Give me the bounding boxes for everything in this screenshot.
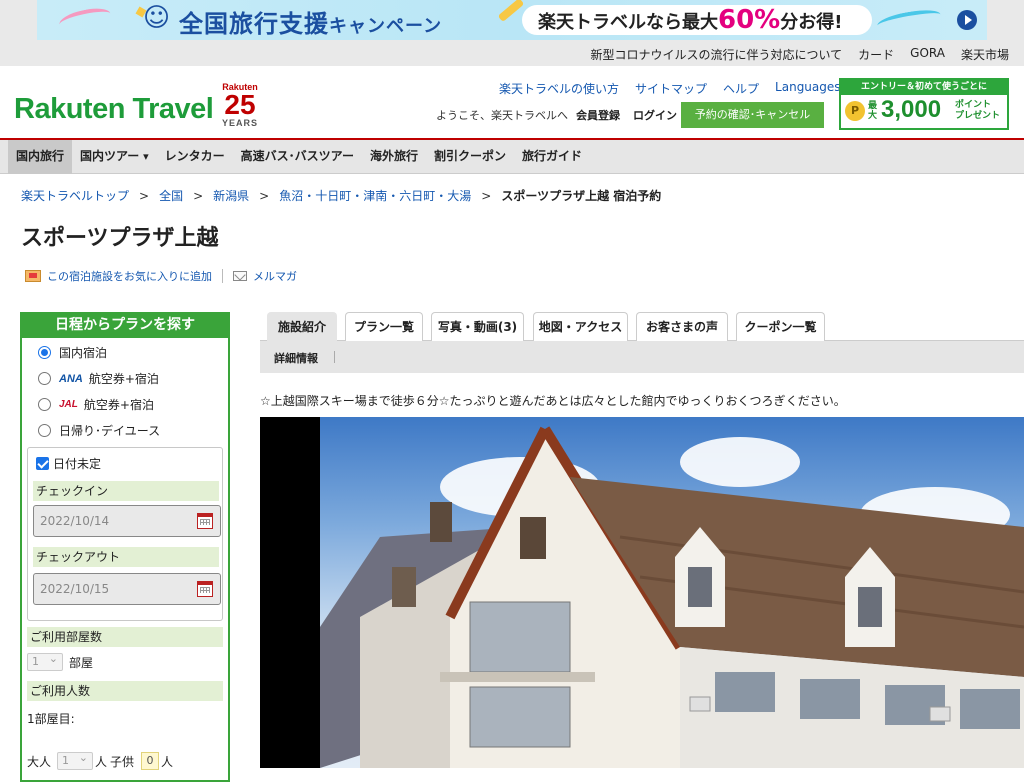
gnav-rental-car[interactable]: レンタカー: [157, 140, 233, 174]
tab-reviews[interactable]: お客さまの声: [636, 312, 728, 341]
gnav-domestic-travel[interactable]: 国内旅行: [8, 140, 73, 174]
checkout-label: チェックアウト: [33, 547, 219, 567]
checkout-date-input[interactable]: 2022/10/15: [33, 573, 221, 605]
tab-map-access[interactable]: 地図・アクセス: [533, 312, 628, 341]
breadcrumb: 楽天トラベルトップ > 全国 > 新潟県 > 魚沼・十日町・津南・六日町・大湯 …: [21, 187, 662, 204]
confetti-decoration: [57, 4, 113, 34]
rooms-label: ご利用部屋数: [27, 627, 223, 647]
room1-label: 1部屋目:: [27, 712, 75, 726]
hotel-building-image: [320, 426, 1024, 768]
tab-plan-list[interactable]: プラン一覧: [345, 312, 423, 341]
confetti-decoration: [497, 0, 525, 23]
promo-banner[interactable]: ☺ 全国旅行支援キャンペーン 楽天トラベルなら最大60%分お得!: [37, 0, 987, 40]
subtab-details[interactable]: 詳細情報: [274, 350, 318, 366]
radio-button[interactable]: [38, 424, 51, 437]
jal-logo: JAL: [59, 399, 78, 410]
global-nav: 国内旅行 国内ツアー レンタカー 高速バス･バスツアー 海外旅行 割引クーポン …: [0, 140, 1024, 174]
utility-link-ichiba[interactable]: 楽天市場: [961, 46, 1009, 63]
utility-link-covid[interactable]: 新型コロナウイルスの流行に伴う対応について: [591, 46, 843, 63]
utility-link-gora[interactable]: GORA: [910, 46, 945, 63]
add-favorite-link[interactable]: この宿泊施設をお気に入りに追加: [47, 268, 212, 284]
page-title: スポーツプラザ上越: [21, 226, 219, 251]
adult-count-select[interactable]: 1: [57, 750, 93, 770]
hotel-tabs: 施設紹介 プラン一覧 写真・動画(3) 地図・アクセス お客さまの声 クーポン一…: [260, 312, 1024, 341]
date-selection-box: 日付未定 チェックイン 2022/10/14 チェックアウト 2022/10/1…: [27, 447, 223, 621]
hotel-photo[interactable]: [260, 417, 1024, 768]
rakuten-travel-logo[interactable]: Rakuten Travel: [14, 93, 214, 126]
mascot-icon: ☺: [143, 3, 171, 33]
subtab-bar: 詳細情報: [260, 341, 1024, 373]
gnav-bus[interactable]: 高速バス･バスツアー: [233, 140, 362, 174]
gnav-overseas[interactable]: 海外旅行: [362, 140, 426, 174]
breadcrumb-top[interactable]: 楽天トラベルトップ: [21, 187, 129, 204]
utility-bar: 新型コロナウイルスの流行に伴う対応について カード GORA 楽天市場: [0, 40, 1024, 66]
option-day-use[interactable]: 日帰り･デイユース: [38, 422, 160, 439]
tab-facility-intro[interactable]: 施設紹介: [267, 312, 337, 341]
child-count-field[interactable]: 0: [141, 752, 159, 770]
date-undecided-checkbox[interactable]: 日付未定: [36, 455, 101, 472]
login-link[interactable]: ログイン: [633, 107, 677, 123]
breadcrumb-current: スポーツプラザ上越 宿泊予約: [501, 189, 662, 203]
gnav-guide[interactable]: 旅行ガイド: [514, 140, 590, 174]
gnav-domestic-tour[interactable]: 国内ツアー: [72, 140, 157, 174]
option-domestic-stay[interactable]: 国内宿泊: [38, 344, 107, 361]
signup-link[interactable]: 会員登録: [576, 107, 620, 123]
promo-title: 全国旅行支援キャンペーン: [179, 10, 443, 38]
gnav-coupon[interactable]: 割引クーポン: [426, 140, 514, 174]
option-ana-package[interactable]: ANA 航空券+宿泊: [38, 370, 159, 387]
header-link-help[interactable]: ヘルプ: [723, 80, 759, 97]
checkin-label: チェックイン: [33, 481, 219, 501]
promo-banner-area: ☺ 全国旅行支援キャンペーン 楽天トラベルなら最大60%分お得!: [0, 0, 1024, 40]
breadcrumb-nationwide[interactable]: 全国: [159, 187, 183, 204]
point-coin-icon: P: [845, 101, 865, 121]
rooms-select[interactable]: 1: [27, 651, 63, 671]
play-icon[interactable]: [957, 10, 977, 30]
breadcrumb-niigata[interactable]: 新潟県: [213, 187, 249, 204]
calendar-icon[interactable]: [197, 513, 213, 529]
reservation-check-button[interactable]: 予約の確認･キャンセル: [681, 102, 824, 128]
radio-button[interactable]: [38, 372, 51, 385]
plan-search-panel: 日程からプランを探す 国内宿泊 ANA 航空券+宿泊 JAL 航空券+宿泊 日帰り･…: [20, 312, 230, 782]
header-links: 楽天トラベルの使い方 サイトマップ ヘルプ Languages: [499, 80, 849, 97]
calendar-icon[interactable]: [197, 581, 213, 597]
anniversary-logo: Rakuten 25 YEARS: [222, 82, 259, 128]
breadcrumb-area[interactable]: 魚沼・十日町・津南・六日町・大湯: [279, 187, 471, 204]
option-jal-package[interactable]: JAL 航空券+宿泊: [38, 396, 154, 413]
header-link-sitemap[interactable]: サイトマップ: [635, 80, 707, 97]
promo-discount-pill: 楽天トラベルなら最大60%分お得!: [522, 5, 872, 35]
mail-icon: [233, 271, 247, 281]
checkin-date-input[interactable]: 2022/10/14: [33, 505, 221, 537]
ana-logo: ANA: [59, 372, 83, 385]
tab-photos-videos[interactable]: 写真・動画(3): [431, 312, 524, 341]
site-header: Rakuten Travel Rakuten 25 YEARS 楽天トラベルの使…: [0, 66, 1024, 140]
catchphrase: ☆上越国際スキー場まで徒歩６分☆たっぷりと遊んだあとは広々とした館内でゆっくりお…: [260, 394, 846, 408]
guests-label: ご利用人数: [27, 681, 223, 701]
tab-coupons[interactable]: クーポン一覧: [736, 312, 825, 341]
confetti-decoration: [876, 6, 942, 34]
entry-point-banner[interactable]: エントリー＆初めて使うごとに P 最大 3,000 ポイント プレゼント: [839, 78, 1009, 130]
radio-button[interactable]: [38, 398, 51, 411]
plan-search-title: 日程からプランを探す: [22, 312, 228, 338]
checkbox-checked[interactable]: [36, 457, 49, 470]
header-link-howto[interactable]: 楽天トラベルの使い方: [499, 80, 619, 97]
utility-link-card[interactable]: カード: [858, 46, 894, 63]
welcome-text: ようこそ、楽天トラベルへ: [436, 109, 568, 122]
radio-button[interactable]: [38, 346, 51, 359]
favorite-icon: [25, 270, 41, 282]
languages-dropdown[interactable]: Languages: [775, 80, 849, 97]
mailmag-link[interactable]: メルマガ: [253, 268, 297, 284]
hotel-actions: この宿泊施設をお気に入りに追加 メルマガ: [25, 268, 297, 284]
